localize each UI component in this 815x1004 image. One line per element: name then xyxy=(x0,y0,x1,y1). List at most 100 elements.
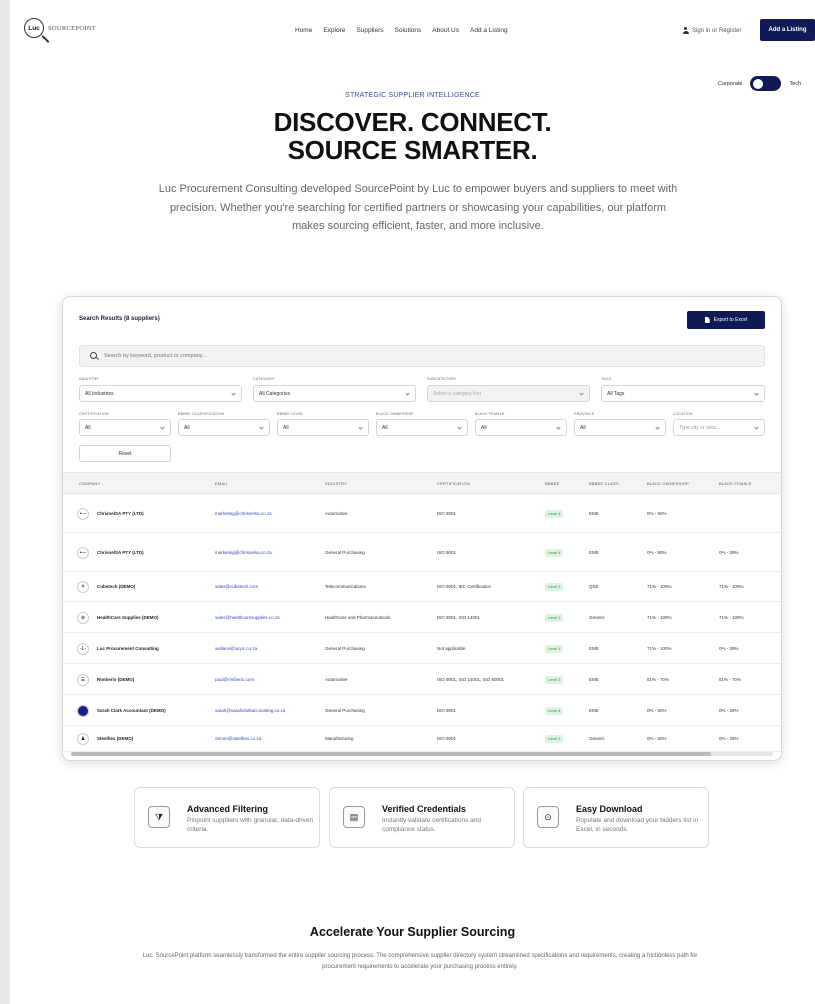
company-name[interactable]: ChrisnelSA PTY (LTD) xyxy=(97,511,144,516)
black-female-cell: 0% - 29% xyxy=(719,550,739,555)
certification-select[interactable]: All xyxy=(79,419,171,436)
chevron-down-icon xyxy=(160,425,165,430)
certification-cell: ISO 9001, ISO 14001, ISO 50001 xyxy=(437,677,505,682)
black-female-select[interactable]: All xyxy=(475,419,567,436)
add-listing-button[interactable]: Add a Listing xyxy=(760,19,815,41)
col-industry[interactable]: INDUSTRY xyxy=(325,481,347,486)
email-link[interactable]: Simon@steelhex.co.za xyxy=(215,736,261,741)
bbbee-class-cell: Generic xyxy=(589,615,605,620)
province-select[interactable]: All xyxy=(574,419,666,436)
black-female-cell: 71% - 100% xyxy=(719,584,744,589)
certification-cell: ISO 9001 xyxy=(437,511,457,516)
mode-toggle[interactable] xyxy=(750,76,782,91)
reset-button[interactable]: Reset xyxy=(79,445,171,462)
nav-about-us[interactable]: About Us xyxy=(432,27,459,34)
company-name[interactable]: Cubetech (DEMO) xyxy=(97,584,135,589)
bbbee-class-value: All xyxy=(184,424,190,431)
industry-value: All Industries xyxy=(85,390,114,397)
col-black-ownership[interactable]: BLACK OWNERSHIP xyxy=(647,481,689,486)
col-bbbee[interactable]: BBBEE xyxy=(545,481,559,486)
black-female-cell: 0% - 29% xyxy=(719,646,739,651)
industry-cell: General Purchasing xyxy=(325,550,365,555)
industry-cell: Healthcare and Pharmaceuticals xyxy=(325,615,391,620)
company-logo: -L- xyxy=(77,643,89,655)
nav-explore[interactable]: Explore xyxy=(323,27,345,34)
chevron-down-icon xyxy=(358,425,363,430)
toggle-label-tech: Tech xyxy=(789,80,802,87)
email-link[interactable]: wallace@lucpc.co.za xyxy=(215,646,257,651)
filter-label-industry: INDUSTRY xyxy=(79,377,99,381)
email-link[interactable]: sarah@sarahclarkaccounting.co.za xyxy=(215,708,285,713)
site-header: Luc SOURCEPOINT Home Explore Suppliers S… xyxy=(10,0,815,62)
industry-select[interactable]: All Industries xyxy=(79,385,242,402)
col-bbbee-class[interactable]: BBBEE CLASS. xyxy=(589,481,620,486)
email-link[interactable]: paul@rimberio.com xyxy=(215,677,254,682)
horizontal-scrollbar[interactable] xyxy=(71,752,773,756)
certification-cell: ISO 9001 xyxy=(437,550,457,555)
hero-eyebrow: STRATEGIC SUPPLIER INTELLIGENCE xyxy=(345,92,480,99)
col-certification[interactable]: CERTIFICATION xyxy=(437,481,470,486)
company-name[interactable]: ChrisnelSA PTY (LTD) xyxy=(97,550,144,555)
signin-link[interactable]: Sign in or Register xyxy=(682,27,741,34)
company-logo: ♟ xyxy=(77,733,89,745)
chevron-down-icon xyxy=(754,425,759,430)
company-name[interactable]: Rimberio (DEMO) xyxy=(97,677,134,682)
company-name[interactable]: HealthCare Supplies (DEMO) xyxy=(97,615,159,620)
filter-label-bbbee-level: BBBEE LEVEL xyxy=(277,412,304,416)
filter-label-location: LOCATION xyxy=(673,412,693,416)
certification-cell: ISO 9001, IEC Certification xyxy=(437,584,492,589)
table-row[interactable]: ● Sarah Clark Accountant (DEMO) sarah@sara… xyxy=(63,695,781,726)
filter-label-province: PROVINCE xyxy=(574,412,595,416)
location-input[interactable]: Type city or area... xyxy=(673,419,765,436)
black-ownership-select[interactable]: All xyxy=(376,419,468,436)
filter-label-black-ownership: BLACK OWNERSHIP xyxy=(376,412,414,416)
chevron-down-icon xyxy=(405,391,410,396)
signin-label: Sign in or Register xyxy=(692,27,742,34)
email-link[interactable]: marketing@chrisnelsa.co.za xyxy=(215,550,272,555)
nav-solutions[interactable]: Solutions xyxy=(395,27,422,34)
black-ownership-cell: 0% - 50% xyxy=(647,511,667,516)
hero-title-line-2: SOURCE SMARTER. xyxy=(287,135,538,165)
col-black-female[interactable]: BLACK FEMALE xyxy=(719,481,752,486)
table-row[interactable]: ♟ Steelhex (DEMO) Simon@steelhex.co.za Manu… xyxy=(63,726,781,752)
accelerate-title: Accelerate Your Supplier Sourcing xyxy=(309,925,516,939)
certification-cell: ISO 9001 xyxy=(437,736,457,741)
email-link[interactable]: sales@healthcaresupplies.co.za xyxy=(215,615,280,620)
table-row[interactable]: •— ChrisnelSA PTY (LTD) marketing@chrisnel… xyxy=(63,533,781,572)
table-row[interactable]: ☰ Rimberio (DEMO) paul@rimberio.com Automot… xyxy=(63,664,781,695)
bbbee-class-cell: EME xyxy=(589,511,599,516)
industry-cell: Automotive xyxy=(325,511,348,516)
bbbee-level-badge: Level 2 xyxy=(545,735,564,743)
company-logo: ⚘ xyxy=(77,581,89,593)
feature-title: Advanced Filtering xyxy=(187,804,269,814)
certification-cell: ISO 9001, ISO 14001 xyxy=(437,615,481,620)
subcategory-select[interactable]: Select a category first xyxy=(427,385,590,402)
category-select[interactable]: All Categories xyxy=(253,385,416,402)
location-placeholder: Type city or area... xyxy=(679,424,721,431)
email-link[interactable]: sales@cubetech.com xyxy=(215,584,258,589)
black-female-cell: 0% - 29% xyxy=(719,708,739,713)
tags-select[interactable]: All Tags xyxy=(601,385,765,402)
scrollbar-thumb[interactable] xyxy=(71,752,711,756)
table-row[interactable]: •— ChrisnelSA PTY (LTD) marketing@chrisnel… xyxy=(63,494,781,533)
black-female-value: All xyxy=(481,424,487,431)
filter-label-certification: CERTIFICATION xyxy=(79,412,109,416)
table-row[interactable]: ⊕ HealthCare Supplies (DEMO) sales@healthc… xyxy=(63,602,781,633)
col-email[interactable]: EMAIL xyxy=(215,481,228,486)
table-row[interactable]: ⚘ Cubetech (DEMO) sales@cubetech.com Teleco… xyxy=(63,572,781,602)
chevron-down-icon xyxy=(259,425,264,430)
nav-home[interactable]: Home xyxy=(295,27,312,34)
nav-suppliers[interactable]: Suppliers xyxy=(356,27,383,34)
bbbee-class-select[interactable]: All xyxy=(178,419,270,436)
company-name[interactable]: Luc Procurement Consulting xyxy=(97,646,159,651)
filter-label-subcategory: SUBCATEGORY xyxy=(427,377,457,381)
bbbee-level-select[interactable]: All xyxy=(277,419,369,436)
company-name[interactable]: Steelhex (DEMO) xyxy=(97,736,133,741)
col-company[interactable]: COMPANY xyxy=(79,481,100,486)
company-name[interactable]: Sarah Clark Accountant (DEMO) xyxy=(97,708,166,713)
email-link[interactable]: marketing@chrisnelsa.co.za xyxy=(215,511,272,516)
logo[interactable]: Luc SOURCEPOINT xyxy=(24,17,96,39)
download-icon: ⊙ xyxy=(537,806,559,828)
nav-add-listing[interactable]: Add a Listing xyxy=(470,27,508,34)
table-row[interactable]: -L- Luc Procurement Consulting wallace@luc… xyxy=(63,633,781,664)
